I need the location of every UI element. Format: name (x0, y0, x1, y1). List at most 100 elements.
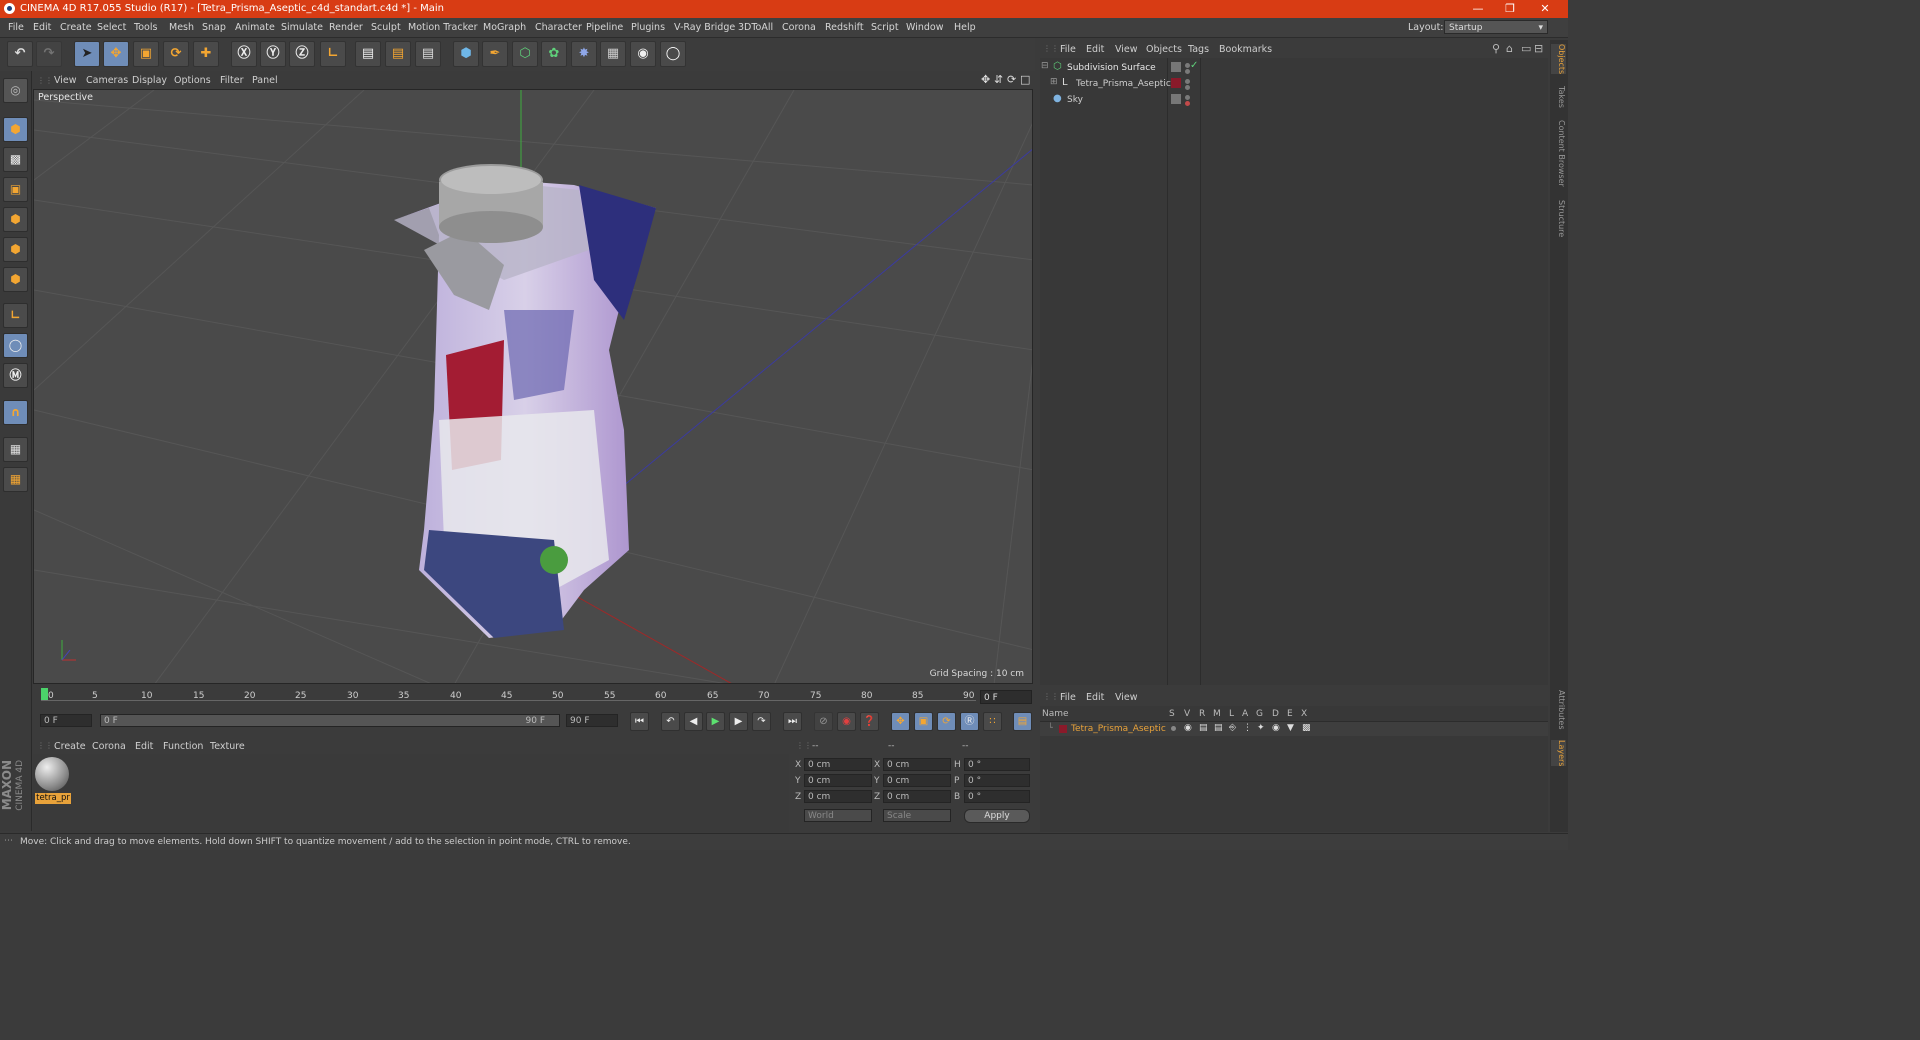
home-icon[interactable]: ⌂ (1506, 42, 1513, 55)
subdivision-surface-button[interactable]: ⬡ (512, 41, 538, 67)
menu-help[interactable]: Help (954, 22, 976, 33)
points-mode-button[interactable]: ⬢ (3, 207, 28, 232)
recent-tool-button[interactable]: ✚ (193, 41, 219, 67)
menu-select[interactable]: Select (97, 22, 126, 33)
visibility-editor-dot[interactable] (1185, 79, 1190, 84)
new-view-icon[interactable]: ▭ (1521, 42, 1531, 55)
autokey-button[interactable]: ❓ (860, 712, 879, 731)
menu-pipeline[interactable]: Pipeline (586, 22, 623, 33)
viewport-menu-cameras[interactable]: Cameras (86, 75, 128, 86)
expand-icon[interactable]: ⊟ (1534, 42, 1543, 55)
live-selection-button[interactable]: ➤ (74, 41, 100, 67)
tab-structure[interactable]: Structure (1551, 200, 1566, 237)
om-menu-file[interactable]: File (1060, 44, 1076, 55)
column-animation[interactable]: A (1242, 709, 1248, 719)
close-icon[interactable]: ✕ (1530, 1, 1560, 17)
menu-edit[interactable]: Edit (33, 22, 51, 33)
playhead-marker[interactable] (41, 688, 48, 700)
motion-path-button[interactable]: ⊘ (814, 712, 833, 731)
visibility-editor-dot[interactable] (1185, 95, 1190, 100)
make-editable-button[interactable]: ◎ (3, 78, 28, 103)
layer-color-swatch[interactable] (1059, 725, 1067, 733)
tab-takes[interactable]: Takes (1551, 86, 1566, 108)
om-menu-edit[interactable]: Edit (1086, 44, 1104, 55)
menu-mesh[interactable]: Mesh (169, 22, 194, 33)
menu-character[interactable]: Character (535, 22, 582, 33)
spline-pen-button[interactable]: ✒ (482, 41, 508, 67)
move-tool-button[interactable]: ✥ (103, 41, 129, 67)
expression-icon[interactable]: ▼ (1287, 723, 1294, 733)
menu-render[interactable]: Render (329, 22, 363, 33)
object-row-subdivision-surface[interactable]: ⊟ ⬡ Subdivision Surface ✓ (1040, 60, 1548, 76)
pan-view-icon[interactable]: ✥ (981, 73, 990, 86)
visibility-render-dot[interactable] (1185, 101, 1190, 106)
dolly-view-icon[interactable]: ⇵ (994, 73, 1003, 86)
record-button[interactable]: ◉ (837, 712, 856, 731)
viewport-name[interactable]: Perspective (38, 92, 93, 103)
edit-render-settings-button[interactable]: ▤ (415, 41, 441, 67)
material-item[interactable]: tetra_pr (35, 757, 71, 804)
column-solo[interactable]: S (1169, 709, 1175, 719)
lm-menu-file[interactable]: File (1060, 692, 1076, 703)
viewport-menu-filter[interactable]: Filter (220, 75, 244, 86)
pos-y-field[interactable]: 0 cm (804, 774, 872, 787)
coordinate-system-button[interactable]: ∟ (320, 41, 346, 67)
column-generators[interactable]: G (1256, 709, 1263, 719)
solo-toggle[interactable] (1171, 726, 1176, 731)
layer-swatch[interactable] (1171, 78, 1181, 88)
go-to-start-button[interactable]: ⏮ (630, 712, 649, 731)
menu-animate[interactable]: Animate (235, 22, 275, 33)
object-name[interactable]: Sky (1067, 95, 1083, 105)
menu-vray-bridge[interactable]: V-Ray Bridge (674, 22, 735, 33)
orbit-view-icon[interactable]: ⟳ (1007, 73, 1016, 86)
tweak-mode-button[interactable]: ◯ (3, 333, 28, 358)
material-menu-create[interactable]: Create (54, 741, 86, 752)
object-name[interactable]: Subdivision Surface (1067, 63, 1156, 73)
menu-motion-tracker[interactable]: Motion Tracker (408, 22, 478, 33)
planar-workplane-button[interactable]: ▦ (3, 467, 28, 492)
tab-layers[interactable]: Layers (1551, 740, 1566, 767)
camera-button[interactable]: ◉ (630, 41, 656, 67)
lock-workplane-button[interactable]: ▦ (3, 437, 28, 462)
key-rotation-button[interactable]: ⟳ (937, 712, 956, 731)
search-icon[interactable]: ⚲ (1492, 42, 1500, 55)
viewport-menu-panel[interactable]: Panel (252, 75, 278, 86)
frame-range-slider[interactable]: 0 F 90 F (100, 714, 560, 727)
coordinate-space-dropdown[interactable]: World (804, 809, 872, 822)
cloner-button[interactable]: ✿ (541, 41, 567, 67)
column-xref[interactable]: X (1301, 709, 1307, 719)
viewport-menu-view[interactable]: View (54, 75, 77, 86)
column-locked[interactable]: L (1229, 709, 1234, 719)
texture-mode-button[interactable]: ▩ (3, 147, 28, 172)
om-menu-bookmarks[interactable]: Bookmarks (1219, 44, 1272, 55)
next-key-button[interactable]: ↷ (752, 712, 771, 731)
render-picture-viewer-button[interactable]: ▤ (385, 41, 411, 67)
menu-snap[interactable]: Snap (202, 22, 226, 33)
start-frame-field[interactable]: 0 F (40, 714, 92, 727)
key-scale-button[interactable]: ▣ (914, 712, 933, 731)
rot-p-field[interactable]: 0 ° (964, 774, 1030, 787)
next-frame-button[interactable]: ▶ (729, 712, 748, 731)
viewport-menu-options[interactable]: Options (174, 75, 211, 86)
layout-dropdown[interactable]: Startup ▾ (1444, 20, 1548, 34)
play-button[interactable]: ▶ (706, 712, 725, 731)
material-menu-function[interactable]: Function (163, 741, 203, 752)
z-axis-lock-button[interactable]: Ⓩ (289, 41, 315, 67)
tab-attributes[interactable]: Attributes (1551, 690, 1566, 730)
floor-button[interactable]: ▦ (600, 41, 626, 67)
material-menu-edit[interactable]: Edit (135, 741, 153, 752)
magnet-button[interactable]: ∩ (3, 400, 28, 425)
visibility-render-dot[interactable] (1185, 85, 1190, 90)
x-axis-lock-button[interactable]: Ⓧ (231, 41, 257, 67)
enabled-checkmark-icon[interactable]: ✓ (1190, 60, 1198, 71)
column-manager[interactable]: M (1213, 709, 1221, 719)
menu-create[interactable]: Create (60, 22, 92, 33)
menu-corona[interactable]: Corona (782, 22, 816, 33)
object-row-tetra-prisma[interactable]: ⊞ L Tetra_Prisma_Aseptic (1040, 76, 1548, 92)
object-row-sky[interactable]: ● Sky (1040, 92, 1548, 108)
column-deformers[interactable]: D (1272, 709, 1279, 719)
lock-icon[interactable]: ⎆ (1229, 723, 1236, 733)
deformer-icon[interactable]: ◉ (1272, 723, 1280, 733)
animation-icon[interactable]: ⋮ (1243, 723, 1252, 733)
column-view[interactable]: V (1184, 709, 1190, 719)
